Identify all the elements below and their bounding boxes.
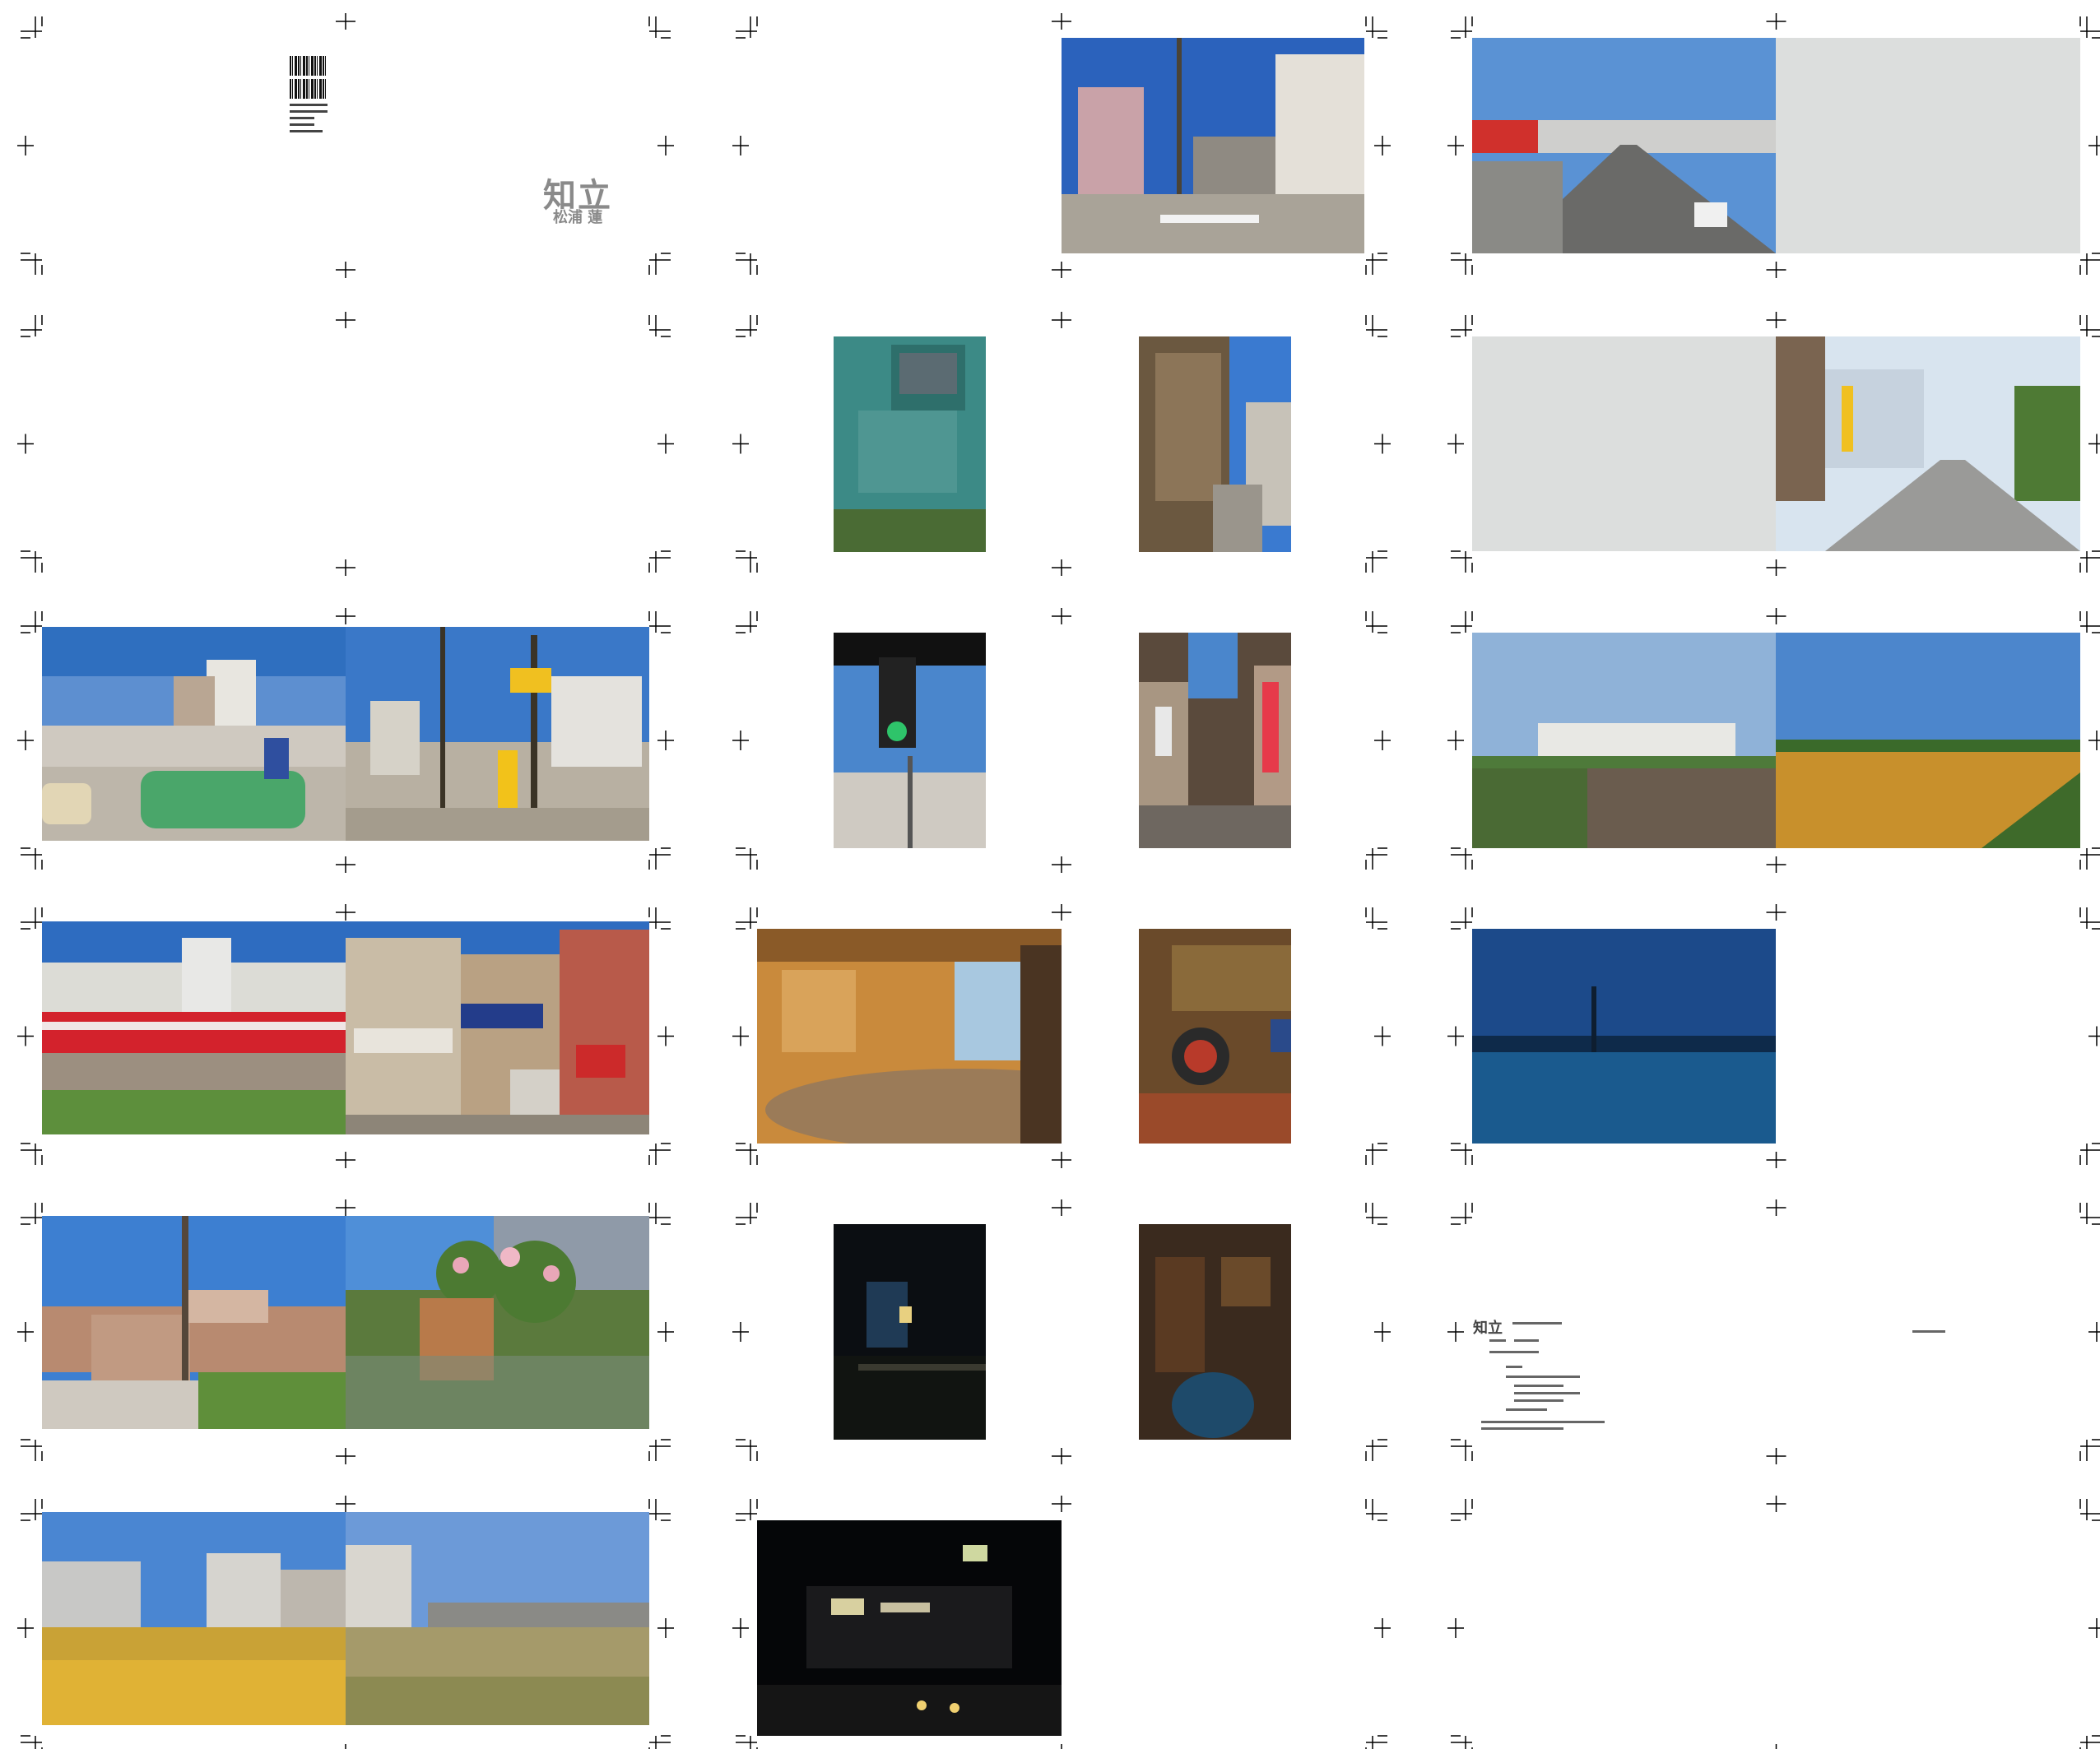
- imposition-sheet: 知立 松浦 蓮 知立: [0, 0, 2100, 1749]
- crop-marks: [17, 13, 2100, 1749]
